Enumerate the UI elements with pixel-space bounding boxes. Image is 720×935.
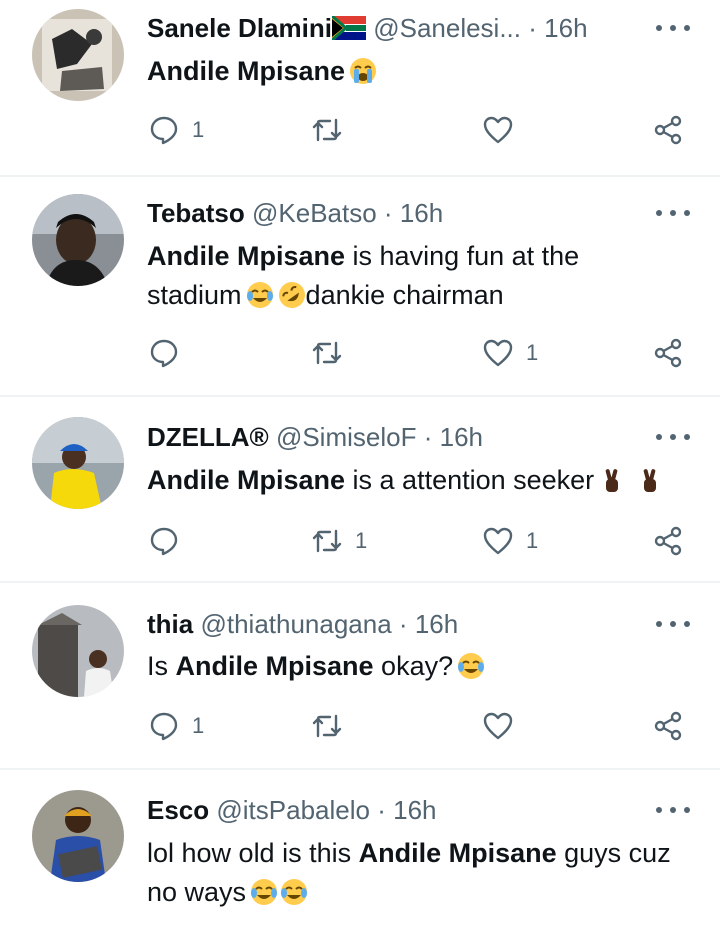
share-button[interactable] [652, 521, 684, 561]
mention-text: Andile Mpisane [175, 651, 374, 681]
more-options-icon[interactable] [656, 798, 690, 822]
reply-icon [150, 527, 178, 556]
south-africa-flag-icon [331, 16, 366, 40]
tweet-text: Andile Mpisane [147, 52, 680, 91]
share-button[interactable] [652, 706, 684, 746]
share-button[interactable] [652, 333, 684, 373]
crossed-fingers-emoji [643, 469, 657, 492]
mention-text: Andile Mpisane [147, 465, 346, 495]
display-name[interactable]: thia [147, 609, 193, 639]
reply-count: 1 [192, 117, 205, 142]
display-name[interactable]: Sanele Dlamini [147, 13, 332, 43]
more-options-icon[interactable] [656, 201, 690, 225]
timestamp[interactable]: 16h [440, 422, 483, 452]
retweet-button[interactable] [311, 706, 355, 746]
tears-of-joy-emoji [458, 653, 485, 679]
tears-of-joy-emoji [246, 282, 273, 308]
like-button[interactable]: 1 [482, 333, 538, 373]
avatar[interactable] [32, 9, 124, 101]
reply-icon [150, 116, 178, 145]
avatar[interactable] [32, 790, 124, 882]
more-options-icon[interactable] [656, 16, 690, 40]
separator-dot: · [377, 795, 386, 825]
retweet-icon [312, 341, 342, 365]
separator-dot: · [528, 13, 537, 43]
handle[interactable]: @itsPabalelo [216, 795, 370, 825]
heart-icon [483, 339, 513, 367]
reply-button[interactable] [148, 521, 192, 561]
timestamp[interactable]: 16h [400, 198, 443, 228]
tweet[interactable]: Esco @itsPabalelo · 16h lol how old is t… [0, 770, 720, 935]
reply-button[interactable]: 1 [148, 706, 204, 746]
separator-dot: · [383, 198, 393, 228]
tears-of-joy-emoji [251, 879, 278, 905]
more-options-icon[interactable] [656, 425, 690, 449]
timestamp[interactable]: 16h [544, 13, 587, 43]
mention-text: Andile Mpisane [358, 838, 557, 868]
tweet[interactable]: thia @thiathunagana · 16h Is Andile Mpis… [0, 583, 720, 770]
tweet-text: lol how old is this Andile Mpisane guys … [147, 838, 671, 907]
avatar[interactable] [32, 194, 124, 286]
timestamp[interactable]: 16h [393, 795, 436, 825]
heart-icon [483, 116, 513, 144]
retweet-button[interactable]: 1 [311, 521, 367, 561]
retweet-count: 1 [355, 528, 368, 553]
like-count: 1 [526, 528, 539, 553]
tweet[interactable]: Sanele Dlamini @Sanelesi... · 16h Andile… [0, 0, 720, 177]
display-name[interactable]: Esco [147, 795, 209, 825]
mention-text: Andile Mpisane [147, 56, 346, 86]
retweet-button[interactable] [311, 110, 355, 150]
reply-button[interactable]: 1 [148, 110, 204, 150]
tweet-feed: Sanele Dlamini @Sanelesi... · 16h Andile… [0, 0, 720, 935]
retweet-button[interactable] [311, 333, 355, 373]
avatar[interactable] [32, 417, 124, 509]
separator-dot: · [423, 422, 433, 452]
tweet[interactable]: Tebatso @KeBatso · 16h Andile Mpisane is… [0, 177, 720, 397]
more-options-icon[interactable] [656, 612, 690, 636]
reply-count: 1 [192, 713, 205, 738]
timestamp[interactable]: 16h [415, 609, 458, 639]
share-icon [654, 526, 682, 556]
retweet-icon [312, 714, 342, 738]
share-button[interactable] [652, 110, 684, 150]
tweet-text: Andile Mpisane is a attention seeker [147, 461, 680, 500]
reply-icon [150, 712, 178, 741]
reply-button[interactable] [148, 333, 192, 373]
loudly-crying-face-emoji [350, 58, 377, 84]
tweet[interactable]: DZELLA® @SimiseloF · 16h Andile Mpisane … [0, 397, 720, 583]
share-icon [654, 338, 682, 368]
retweet-icon [312, 118, 342, 142]
handle[interactable]: @KeBatso [252, 198, 377, 228]
tweet-text: Andile Mpisane is having fun at the stad… [147, 237, 680, 315]
heart-icon [483, 527, 513, 555]
handle[interactable]: @SimiseloF [276, 422, 417, 452]
retweet-icon [312, 529, 342, 553]
separator-dot: · [398, 609, 408, 639]
tweet-text: Is Andile Mpisane okay? [147, 647, 680, 686]
avatar[interactable] [32, 605, 124, 697]
like-button[interactable] [482, 110, 526, 150]
rolling-on-floor-laughing-emoji [278, 282, 305, 308]
heart-icon [483, 712, 513, 740]
like-button[interactable] [482, 706, 526, 746]
handle[interactable]: @Sanelesi... [373, 13, 521, 43]
like-count: 1 [526, 340, 539, 365]
crossed-fingers-emoji [605, 469, 619, 492]
mention-text: Andile Mpisane [147, 241, 346, 271]
like-button[interactable]: 1 [482, 521, 538, 561]
display-name[interactable]: DZELLA® [147, 422, 269, 452]
reply-icon [150, 339, 178, 368]
handle[interactable]: @thiathunagana [200, 609, 391, 639]
share-icon [654, 115, 682, 145]
tears-of-joy-emoji [281, 879, 308, 905]
display-name[interactable]: Tebatso [147, 198, 245, 228]
share-icon [654, 711, 682, 741]
